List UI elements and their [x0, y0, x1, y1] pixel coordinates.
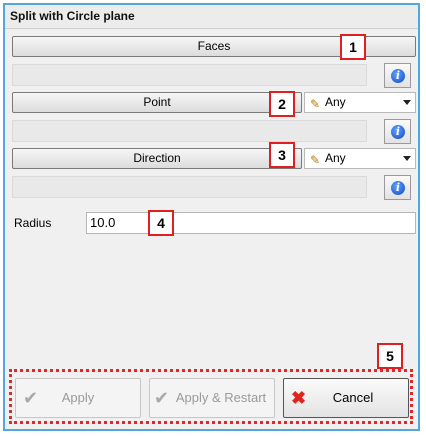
callout-2: 2	[269, 91, 295, 117]
info-icon: i	[391, 125, 405, 139]
window-title: Split with Circle plane	[5, 5, 418, 29]
dialog-window: Split with Circle plane Faces i Point ✎ …	[3, 3, 420, 431]
apply-restart-button[interactable]: ✔ Apply & Restart	[149, 378, 275, 418]
faces-info-button[interactable]: i	[384, 63, 411, 88]
direction-button[interactable]: Direction	[12, 148, 302, 169]
apply-label: Apply	[61, 390, 95, 405]
point-filter-value: Any	[325, 95, 346, 109]
info-icon: i	[391, 69, 405, 83]
chevron-down-icon	[403, 100, 411, 105]
point-button[interactable]: Point	[12, 92, 302, 113]
action-buttons-group: ✔ Apply ✔ Apply & Restart ✖ Cancel	[9, 369, 413, 424]
magic-wand-icon: ✎	[310, 97, 321, 111]
cancel-button[interactable]: ✖ Cancel	[283, 378, 409, 418]
radius-input[interactable]: 10.0	[86, 212, 416, 234]
cancel-label: Cancel	[332, 390, 374, 405]
callout-4: 4	[148, 210, 174, 236]
callout-1: 1	[340, 34, 366, 60]
callout-5: 5	[377, 343, 403, 369]
apply-restart-label: Apply & Restart	[175, 390, 267, 405]
chevron-down-icon	[403, 156, 411, 161]
info-icon: i	[391, 181, 405, 195]
checkmark-restart-icon: ✔	[154, 388, 170, 408]
direction-selection-field[interactable]	[12, 176, 367, 198]
direction-info-button[interactable]: i	[384, 175, 411, 200]
callout-3: 3	[269, 142, 295, 168]
direction-filter-value: Any	[325, 151, 346, 165]
magic-wand-icon: ✎	[310, 153, 321, 167]
faces-selection-field[interactable]	[12, 64, 367, 86]
point-selection-field[interactable]	[12, 120, 367, 142]
direction-filter-combo[interactable]: ✎ Any	[304, 148, 416, 169]
point-filter-combo[interactable]: ✎ Any	[304, 92, 416, 113]
apply-button[interactable]: ✔ Apply	[15, 378, 141, 418]
radius-label: Radius	[14, 216, 52, 230]
point-info-button[interactable]: i	[384, 119, 411, 144]
